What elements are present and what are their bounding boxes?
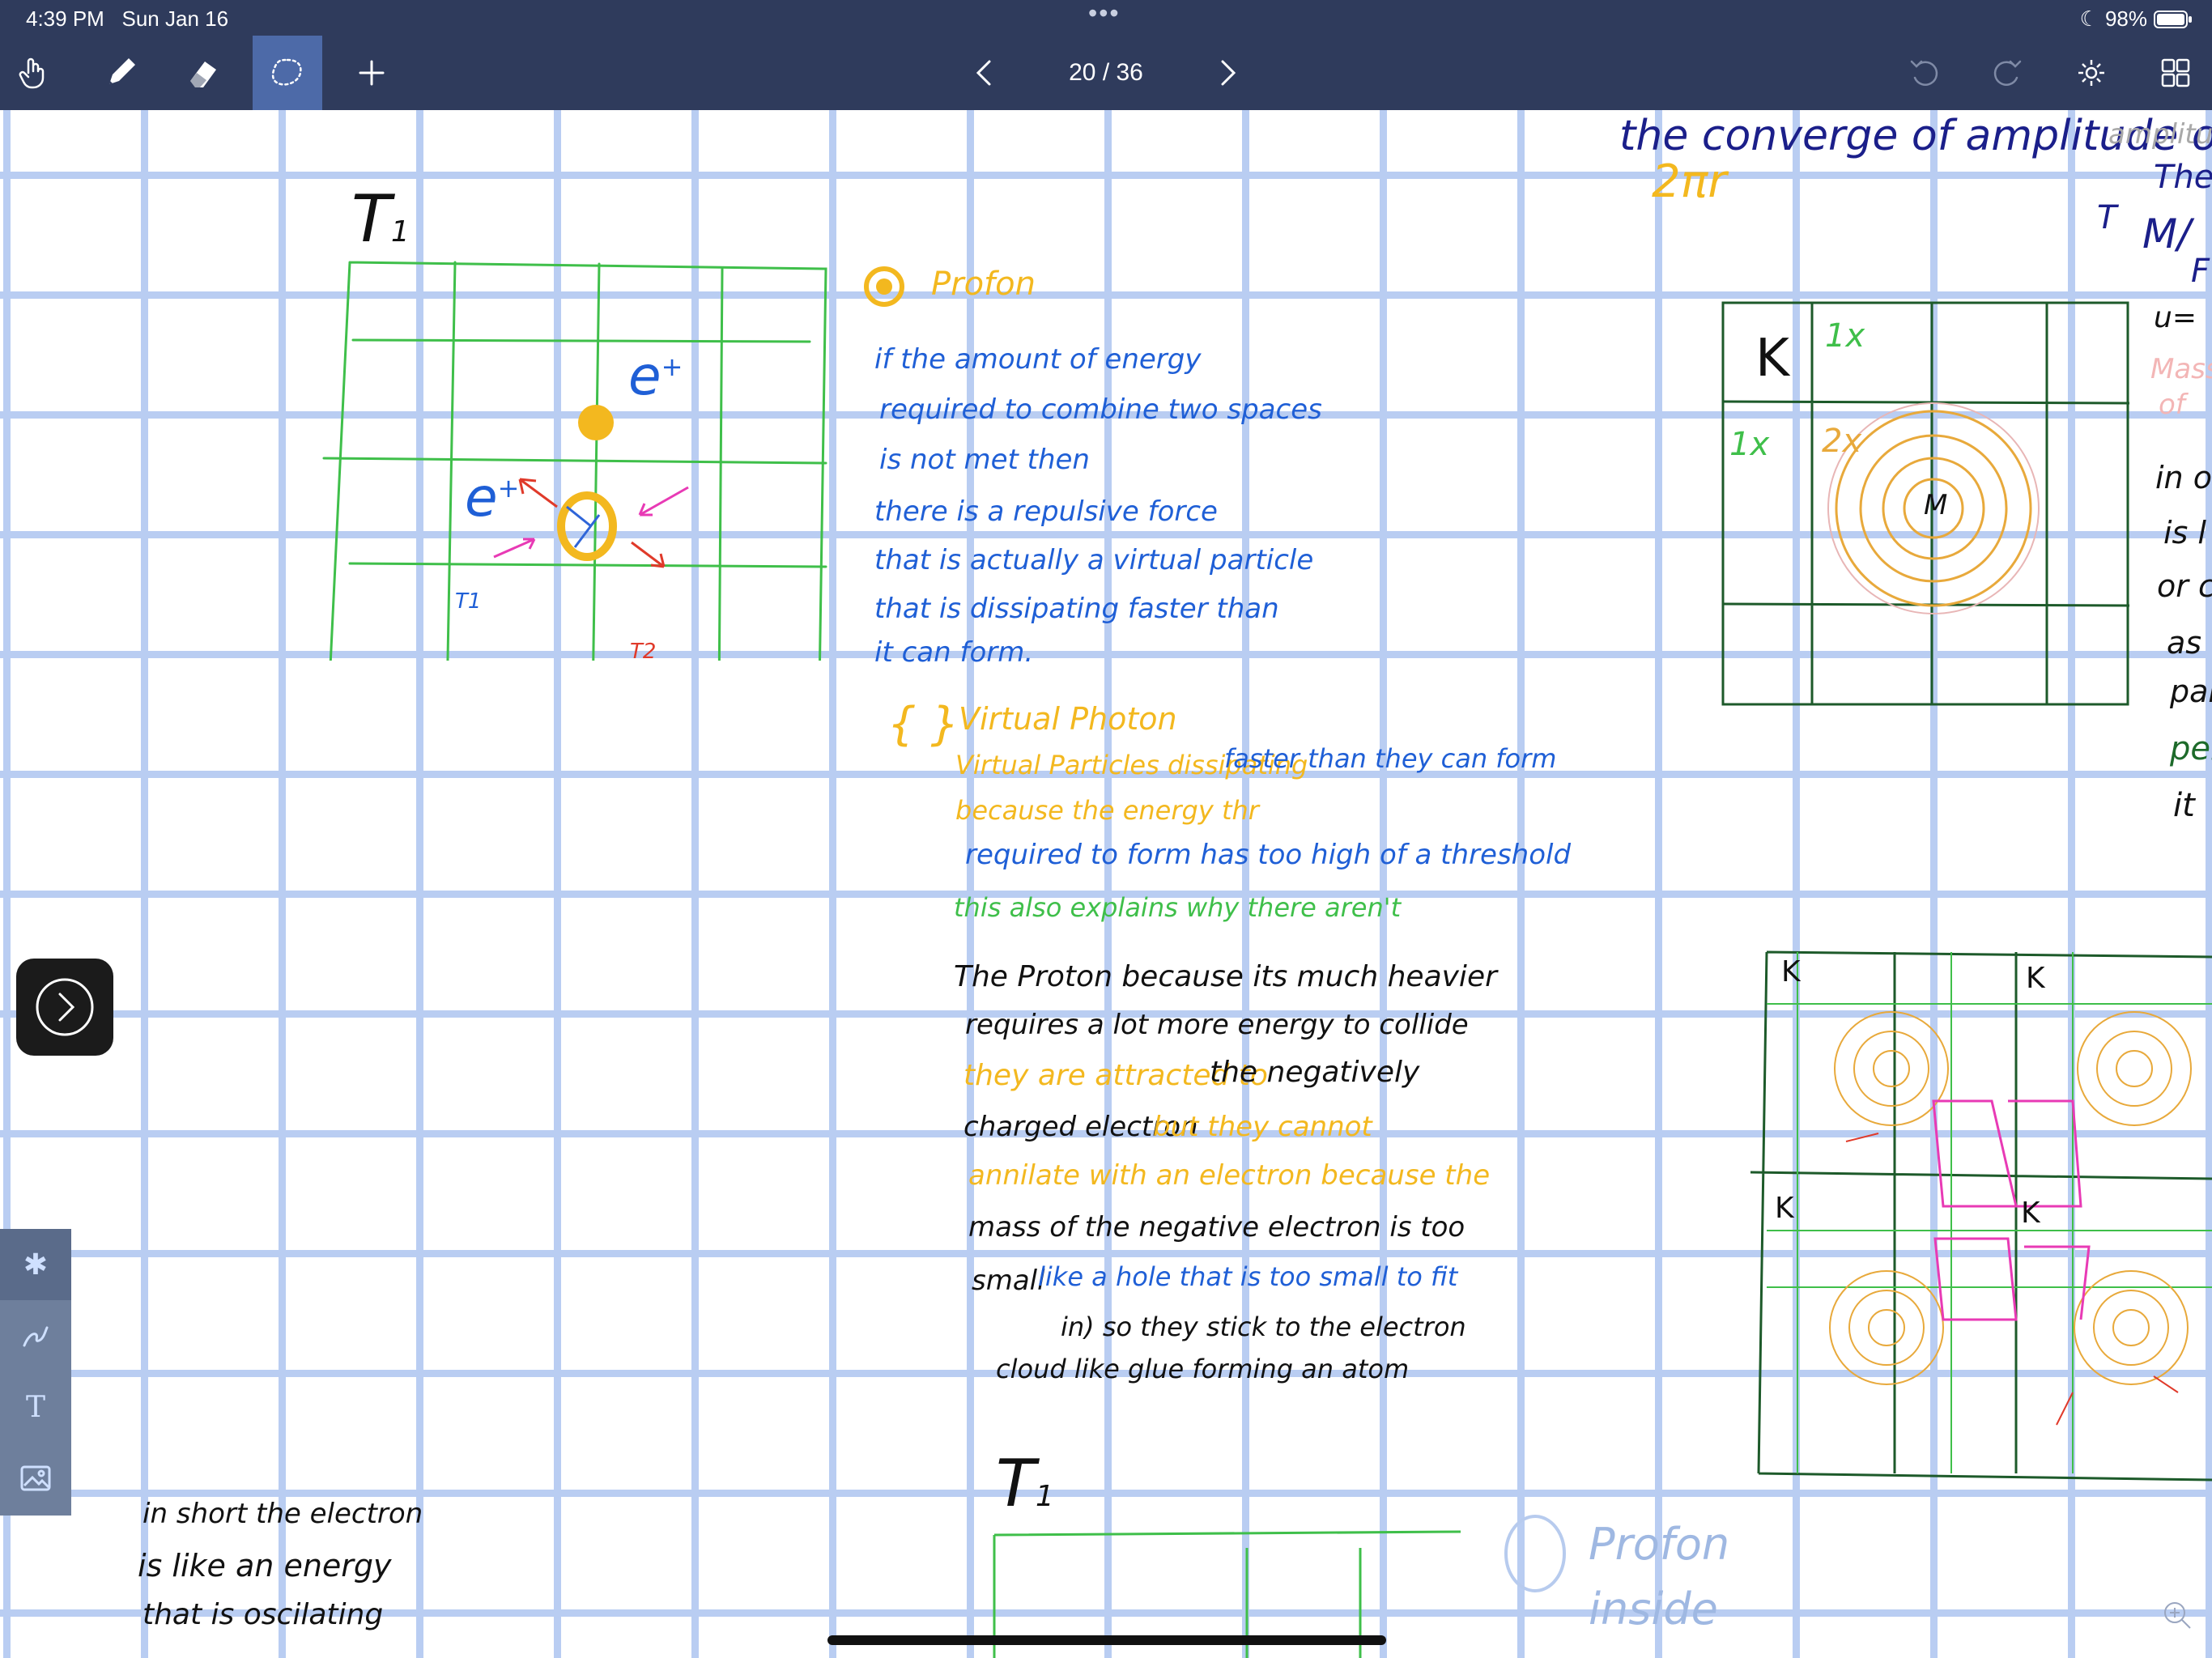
para1-line: is not met then — [879, 444, 1090, 476]
para2-blue-1: faster than they can form — [1224, 743, 1557, 774]
para1-line: if the amount of energy — [874, 343, 1202, 376]
t1-small-label: T1 — [455, 589, 482, 614]
t1-label-bottom: T1 — [996, 1446, 1054, 1521]
gear-icon[interactable] — [2057, 36, 2126, 110]
undo-icon[interactable] — [1890, 36, 1959, 110]
t2-small-label: T2 — [630, 640, 657, 664]
pen-icon[interactable] — [86, 36, 155, 110]
asterisk-icon[interactable]: ✱ — [0, 1229, 71, 1300]
bottom-right-inside: inside — [1589, 1584, 1718, 1635]
right-edge-2: The m — [2154, 159, 2212, 196]
add-icon[interactable] — [337, 36, 406, 110]
right-edge-9: in o — [2155, 460, 2212, 495]
right-edge-8: of — [2159, 389, 2185, 421]
hand-icon[interactable] — [0, 36, 70, 110]
bottom-left-2: is like an energy — [138, 1548, 392, 1584]
image-icon[interactable] — [0, 1443, 71, 1514]
para3-line-1: The Proton because its much heavier — [954, 960, 1497, 993]
right-edge-3: T — [2097, 199, 2117, 236]
profon-symbol — [864, 266, 904, 307]
para1-line: it can form. — [874, 636, 1034, 669]
para1-line: that is actually a virtual particle — [874, 544, 1314, 576]
battery-icon — [2154, 10, 2192, 28]
e-plus-label-left: e+ — [465, 466, 520, 529]
lx-label-2: 1x — [1729, 426, 1770, 463]
right-edge-6: u= — [2154, 301, 2197, 334]
para3-line-6: in) so they stick to the electron — [1061, 1312, 1466, 1342]
status-time: 4:39 PM Sun Jan 16 — [26, 6, 229, 31]
next-page-button[interactable] — [16, 959, 113, 1056]
redo-icon[interactable] — [1972, 36, 2042, 110]
para1-line: there is a repulsive force — [874, 495, 1218, 528]
right-edge-1: amplitude — [2108, 118, 2212, 151]
right-edge-5: F — [2191, 253, 2210, 290]
right-edge-7: Mass — [2150, 353, 2212, 385]
para3-blue: like a hole that is too small to fit — [1038, 1261, 1458, 1292]
lx-label: 1x — [1825, 317, 1865, 355]
text-icon[interactable]: T — [0, 1371, 71, 1443]
grid-view-icon[interactable] — [2141, 36, 2210, 110]
chevron-left-icon[interactable] — [949, 36, 1019, 110]
scribble-icon[interactable] — [0, 1300, 71, 1371]
right-edge-15: it — [2173, 787, 2195, 824]
para3-line-7: cloud like glue forming an atom — [996, 1354, 1410, 1384]
side-tool-panel: ✱ T — [0, 1229, 71, 1516]
para3-line-2: requires a lot more energy to collide — [965, 1009, 1469, 1041]
k-label-a: K — [1781, 955, 1801, 988]
bottom-left-3: that is oscilating — [143, 1598, 384, 1631]
zoom-icon[interactable] — [2162, 1600, 2194, 1632]
battery-indicator: ☾ 98% — [2080, 6, 2193, 32]
e-plus-label-right: e+ — [628, 345, 683, 407]
m-label: M — [1924, 489, 1948, 521]
home-indicator[interactable] — [827, 1635, 1386, 1645]
right-edge-10: is l — [2163, 515, 2206, 551]
toolbar: 20 / 36 — [0, 36, 2212, 110]
profon-title: Profon — [931, 266, 1036, 303]
chevron-right-circle-icon — [36, 978, 94, 1036]
para2-blue-2: required to form has too high of a thres… — [965, 839, 1572, 871]
space-grid-diagram — [322, 261, 827, 661]
lattice-diagram — [1750, 950, 2212, 1482]
para3-yellow-3: annilate with an electron because the — [968, 1159, 1491, 1192]
right-edge-12: as — [2167, 625, 2202, 661]
two-x-label: 2x — [1822, 423, 1862, 460]
right-edge-14: per — [2170, 730, 2212, 767]
t1-label-top: T1 — [351, 181, 410, 257]
right-edge-4: M/ — [2142, 210, 2191, 257]
virtual-photon-title: Virtual Photon — [959, 701, 1177, 737]
k-label: K — [1755, 329, 1789, 389]
bottom-left-1: in short the electron — [143, 1498, 423, 1530]
k-label-d: K — [2021, 1197, 2040, 1230]
para3-yellow-2: but they cannot — [1153, 1111, 1372, 1143]
profon-outline — [1504, 1515, 1566, 1592]
k-label-c: K — [1775, 1192, 1794, 1225]
para1-line: required to combine two spaces — [879, 393, 1322, 426]
right-edge-13: par — [2170, 674, 2212, 709]
status-bar: 4:39 PM Sun Jan 16 ••• ☾ 98% — [0, 0, 2212, 36]
multitasking-dots[interactable]: ••• — [1088, 0, 1121, 28]
para3-line-4: mass of the negative electron is too — [968, 1211, 1465, 1244]
page-indicator[interactable]: 20 / 36 — [1053, 36, 1159, 110]
right-edge-11: or c — [2157, 568, 2212, 604]
note-canvas[interactable]: T1 e+ e+ T1 T2 Profon if the amount of e… — [0, 110, 2212, 1658]
lasso-icon[interactable] — [253, 36, 322, 110]
two-pi-r: 2πr — [1652, 155, 1727, 208]
virtual-photon-symbol: { } — [887, 698, 960, 750]
para2-yellow-2: because the energy thr — [955, 795, 1259, 826]
para3-line-5: small — [972, 1265, 1045, 1297]
k-label-b: K — [2026, 962, 2045, 995]
para2-green: this also explains why there aren't — [954, 892, 1402, 923]
bottom-right-profon: Profon — [1589, 1519, 1730, 1570]
para3-black-tail: the negatively — [1210, 1056, 1420, 1089]
para1-line: that is dissipating faster than — [874, 593, 1279, 625]
moon-icon: ☾ — [2079, 6, 2099, 31]
eraser-icon[interactable] — [168, 36, 238, 110]
chevron-right-icon[interactable] — [1193, 36, 1263, 110]
